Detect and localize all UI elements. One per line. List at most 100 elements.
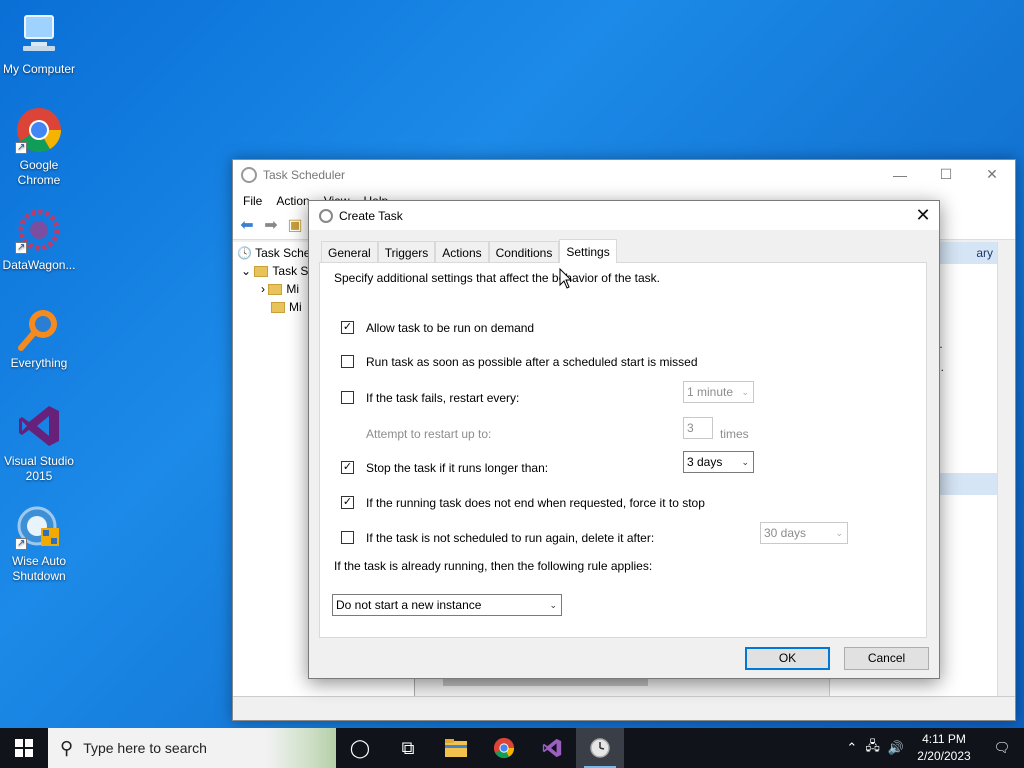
file-explorer-button[interactable] [432,728,480,768]
desktop-icon-google-chrome[interactable]: Google Chrome [2,106,76,188]
maximize-button[interactable]: ☐ [923,160,969,189]
forward-arrow-icon[interactable]: ➡ [261,217,281,235]
chrome-icon [15,106,63,155]
taskbar-clock[interactable]: 4:11 PM 2/20/2023 [908,731,980,765]
tab-conditions[interactable]: Conditions [488,241,560,263]
allow-on-demand-checkbox[interactable]: ✓ [341,321,354,334]
everything-search-icon [15,304,63,352]
tab-strip: General Triggers Actions Conditions Sett… [321,239,617,263]
allow-on-demand-label[interactable]: Allow task to be run on demand [366,321,534,335]
chevron-down-icon: ⌄ [741,387,749,397]
stop-longer-checkbox[interactable]: ✓ [341,461,354,474]
desktop-icon-datawagon[interactable]: DataWagon... [2,206,76,273]
window-controls: — ☐ ✕ [877,160,1015,189]
visual-studio-icon [15,402,63,450]
restart-attempts-input[interactable]: 3 [683,417,713,439]
delete-after-label[interactable]: If the task is not scheduled to run agai… [366,531,654,545]
clock-icon: 🕓 [237,246,252,260]
wise-auto-shutdown-icon [15,502,63,551]
running-rule-select[interactable]: Do not start a new instance ⌄ [332,594,562,616]
search-placeholder: Type here to search [83,740,207,756]
create-task-dialog[interactable]: Create Task ✕ General Triggers Actions C… [308,200,940,679]
cortana-button[interactable]: ◯ [336,728,384,768]
tab-actions[interactable]: Actions [435,241,489,263]
desktop-icon-visual-studio[interactable]: Visual Studio 2015 [2,402,76,484]
clock-time: 4:11 PM [922,732,966,746]
volume-icon[interactable]: 🔊 [888,740,904,756]
chevron-up-icon[interactable]: ⌃ [846,740,857,756]
delete-after-select[interactable]: 30 days ⌄ [760,522,848,544]
tab-general[interactable]: General [321,241,378,263]
tree-label: Mi [286,282,300,296]
minimize-button[interactable]: — [877,160,923,189]
settings-panel: Specify additional settings that affect … [319,262,927,638]
scrollbar-thumb[interactable] [443,678,648,686]
settings-intro: Specify additional settings that affect … [334,271,660,285]
search-highlight-art [266,728,336,768]
menu-file[interactable]: File [243,194,262,208]
folder-icon [445,739,467,757]
cancel-button[interactable]: Cancel [844,647,929,670]
run-asap-label[interactable]: Run task as soon as possible after a sch… [366,355,698,369]
shortcut-arrow-icon [15,140,27,155]
close-button[interactable]: ✕ [969,160,1015,189]
running-rule-value: Do not start a new instance [336,598,482,612]
task-view-icon: ⧉ [401,737,415,758]
task-scheduler-taskbar-button[interactable] [576,728,624,768]
dialog-title: Create Task [339,208,403,223]
clock-date: 2/20/2023 [917,749,971,763]
ok-button[interactable]: OK [745,647,830,670]
desktop-icon-everything[interactable]: Everything [2,304,76,371]
restart-every-checkbox[interactable] [341,391,354,404]
folder-icon [254,266,269,278]
restart-interval-select[interactable]: 1 minute ⌄ [683,381,754,403]
desktop-icon-my-computer[interactable]: My Computer [2,10,76,77]
search-icon: ⚲ [60,737,74,758]
stop-longer-label[interactable]: Stop the task if it runs longer than: [366,461,548,475]
tree-label: Mi [289,300,302,314]
delete-after-value: 30 days [764,526,807,540]
tab-settings[interactable]: Settings [559,239,617,263]
notification-center-button[interactable]: 🗨 [980,740,1024,756]
restart-attempts-label: Attempt to restart up to: [366,427,492,441]
close-button[interactable]: ✕ [907,201,939,230]
delete-after-checkbox[interactable] [341,531,354,544]
restart-every-label[interactable]: If the task fails, restart every: [366,391,519,405]
folder-icon [268,284,283,296]
taskbar-search-box[interactable]: ⚲ Type here to search [48,728,336,768]
start-button[interactable] [0,728,48,768]
tree-label: Task Sche [255,246,311,260]
menu-action[interactable]: Action [276,194,309,208]
chrome-taskbar-button[interactable] [480,728,528,768]
restart-attempts-unit: times [720,427,749,441]
status-bar [233,696,1015,720]
window-title: Task Scheduler [263,167,346,182]
chevron-down-icon: ⌄ [741,457,749,467]
tab-triggers[interactable]: Triggers [377,241,436,263]
desktop-icon-label: Wise Auto Shutdown [11,554,67,583]
cortana-circle-icon: ◯ [349,737,371,758]
restart-interval-value: 1 minute [687,385,734,399]
visual-studio-taskbar-button[interactable] [528,728,576,768]
clock-icon [319,208,333,223]
stop-duration-select[interactable]: 3 days ⌄ [683,451,754,473]
chevron-down-icon: ⌄ [549,600,557,610]
force-stop-label[interactable]: If the running task does not end when re… [366,496,705,510]
windows-logo-icon [15,739,33,757]
run-asap-checkbox[interactable] [341,355,354,368]
network-icon[interactable]: 🖧 [865,737,880,759]
back-arrow-icon[interactable]: ⬅ [237,217,257,235]
task-view-button[interactable]: ⧉ [384,728,432,768]
clock-icon [590,738,610,758]
computer-icon [15,10,63,58]
desktop-icon-label: Everything [10,356,68,370]
mouse-cursor-icon [559,268,573,289]
taskbar: ⚲ Type here to search ◯ ⧉ ⌃ 🖧 🔊 4:11 PM … [0,728,1024,768]
folder-up-icon[interactable]: ▣ [285,217,305,235]
vertical-scrollbar[interactable] [997,242,1015,697]
desktop-icon-wise-auto-shutdown[interactable]: Wise Auto Shutdown [2,502,76,584]
dialog-titlebar[interactable]: Create Task [309,201,939,230]
force-stop-checkbox[interactable]: ✓ [341,496,354,509]
clock-icon [241,166,257,183]
shortcut-arrow-icon [15,536,27,551]
